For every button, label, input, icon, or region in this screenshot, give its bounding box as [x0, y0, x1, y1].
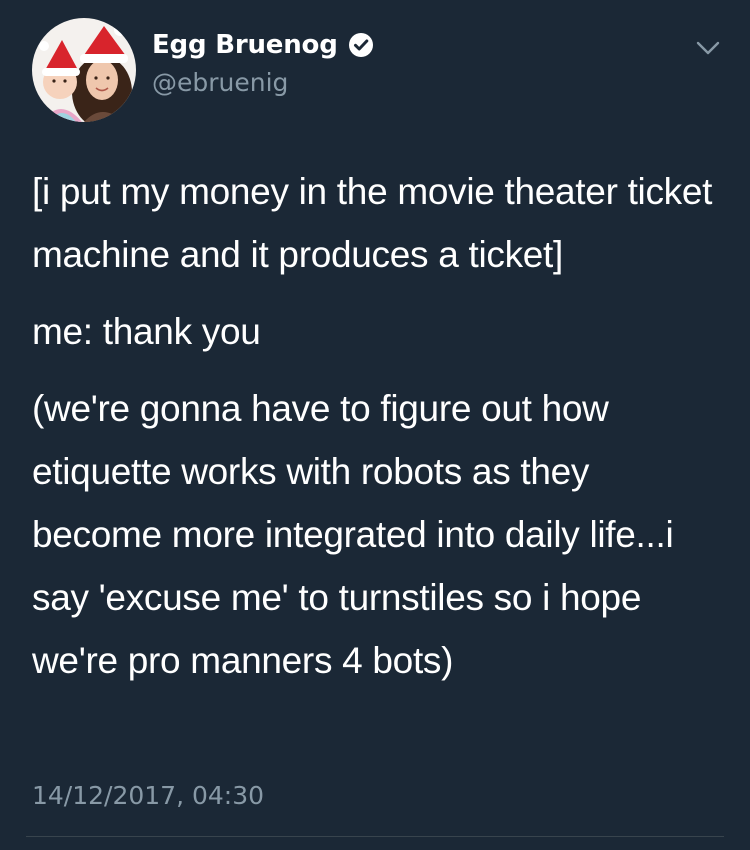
tweet-paragraph: (we're gonna have to figure out how etiq… [32, 388, 674, 681]
verified-badge-icon [348, 33, 373, 57]
chevron-down-icon[interactable] [694, 38, 722, 58]
tweet-paragraph: [i put my money in the movie theater tic… [32, 171, 713, 275]
avatar-image [32, 18, 136, 122]
user-handle[interactable]: @ebruenig [152, 68, 288, 97]
author-name-row[interactable]: Egg Bruenog [152, 30, 374, 60]
tweet-card: Egg Bruenog @ebruenig [i put my money in… [0, 0, 750, 850]
divider [26, 836, 724, 837]
tweet-paragraph: me: thank you [32, 311, 261, 352]
tweet-text: [i put my money in the movie theater tic… [32, 160, 722, 706]
display-name[interactable]: Egg Bruenog [152, 30, 338, 60]
tweet-timestamp[interactable]: 14/12/2017, 04:30 [32, 781, 264, 810]
avatar[interactable] [32, 18, 136, 122]
